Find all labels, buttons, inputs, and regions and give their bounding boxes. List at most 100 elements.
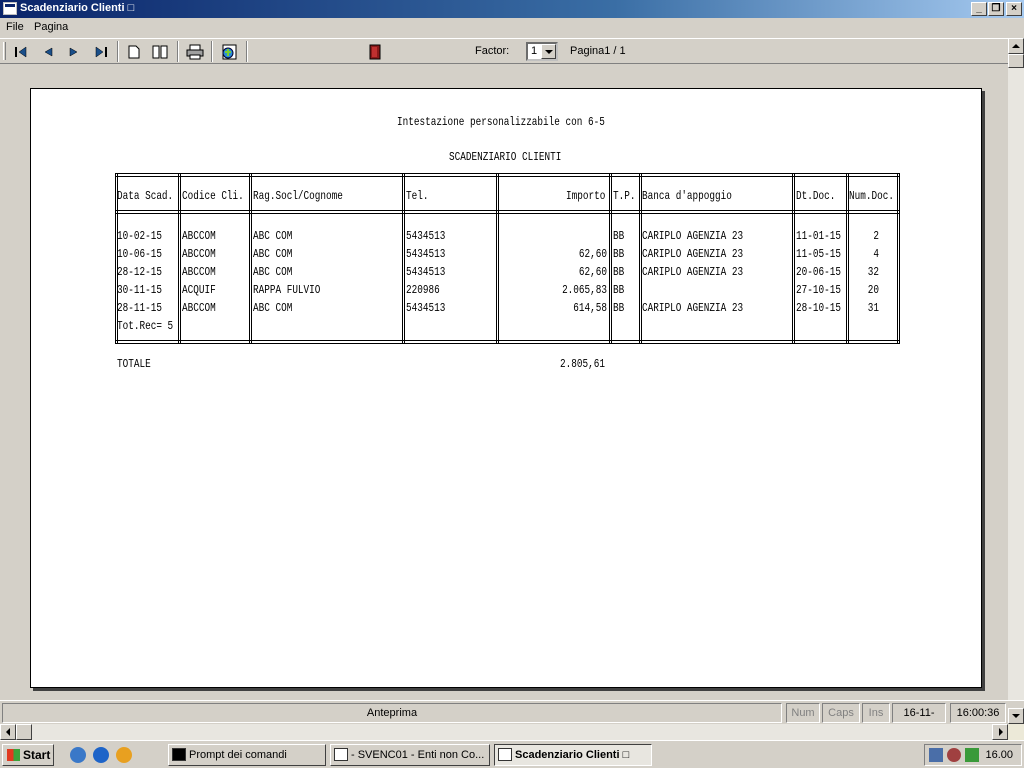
internet-explorer-icon[interactable] [93, 747, 109, 763]
windows-logo-icon [7, 749, 20, 761]
horizontal-scrollbar[interactable] [0, 724, 1008, 740]
toolbar-separator [246, 41, 248, 62]
table-cell: ABCCOM [182, 229, 216, 243]
status-date: 16-11-2015 [892, 703, 946, 737]
scroll-up-icon[interactable] [1008, 38, 1024, 54]
status-bar: Anteprima Num Caps Ins 16-11-2015 16:00:… [0, 700, 1024, 737]
factor-select[interactable]: 1 [526, 42, 558, 61]
table-cell: 28-12-15 [117, 265, 162, 279]
media-player-icon[interactable] [116, 747, 132, 763]
table-cell: 32 [867, 265, 879, 279]
scroll-left-icon[interactable] [0, 724, 16, 740]
task-scadenziario[interactable]: Scadenziario Clienti □ [494, 744, 652, 766]
scroll-thumb[interactable] [1008, 54, 1024, 68]
factor-label: Factor: [475, 45, 510, 57]
task-prompt[interactable]: Prompt dei comandi [168, 744, 326, 766]
toolbar: Factor: 1 Pagina1 / 1 [0, 38, 1008, 64]
cmd-icon [172, 748, 186, 761]
next-page-icon[interactable] [64, 42, 84, 61]
report-heading: Intestazione personalizzabile con 6-5 [397, 115, 605, 129]
export-icon[interactable] [219, 42, 239, 61]
task-label: Prompt dei comandi [189, 749, 287, 761]
table-divider [897, 173, 900, 344]
status-time: 16:00:36 [950, 703, 1006, 723]
menu-file[interactable]: File [6, 21, 24, 33]
window-icon [334, 748, 348, 761]
table-cell: RAPPA FULVIO [253, 283, 321, 297]
table-header-border [115, 210, 900, 214]
scroll-down-icon-lower[interactable] [1008, 708, 1024, 724]
scroll-thumb[interactable] [16, 724, 32, 740]
task-svenc01[interactable]: - SVENC01 - Enti non Co... [330, 744, 490, 766]
table-cell: CARIPLO AGENZIA 23 [642, 247, 744, 261]
table-cell: 62,60 [578, 247, 607, 261]
scroll-right-icon[interactable] [992, 724, 1008, 740]
volume-icon[interactable] [947, 748, 961, 762]
column-header: Dt.Doc. [796, 189, 836, 203]
network-icon[interactable] [929, 748, 943, 762]
table-cell: 30-11-15 [117, 283, 162, 297]
clock: 16.00 [985, 749, 1013, 761]
table-cell: BB [613, 247, 625, 261]
table-cell: ABC COM [253, 301, 293, 315]
table-cell: ABCCOM [182, 265, 216, 279]
table-cell: CARIPLO AGENZIA 23 [642, 229, 744, 243]
table-cell: 5434513 [406, 265, 446, 279]
app-icon[interactable] [3, 2, 17, 15]
exit-door-icon[interactable] [365, 42, 385, 61]
report-title: SCADENZIARIO CLIENTI [449, 150, 562, 164]
toolbar-separator [177, 41, 179, 62]
table-cell: ABCCOM [182, 301, 216, 315]
menu-pagina[interactable]: Pagina [34, 21, 68, 33]
table-divider [249, 173, 252, 344]
column-header: Codice Cli. [182, 189, 244, 203]
table-cell: BB [613, 265, 625, 279]
table-cell: 2.065,83 [562, 283, 607, 297]
table-cell: 5434513 [406, 301, 446, 315]
table-cell: 220986 [406, 283, 440, 297]
system-tray: 16.00 [924, 744, 1022, 766]
table-divider [402, 173, 405, 344]
vertical-scrollbar[interactable] [1008, 38, 1024, 724]
single-page-icon[interactable] [124, 42, 144, 61]
first-page-icon[interactable] [11, 42, 31, 61]
start-label: Start [23, 748, 51, 762]
table-divider [609, 173, 612, 344]
task-label: Scadenziario Clienti □ [515, 749, 630, 761]
last-page-icon[interactable] [91, 42, 111, 61]
restore-button[interactable]: ❐ [988, 2, 1004, 16]
start-button[interactable]: Start [2, 744, 54, 766]
column-header: Importo [566, 189, 606, 203]
security-icon[interactable] [965, 748, 979, 762]
status-ins: Ins [862, 703, 890, 723]
window-icon [498, 748, 512, 761]
minimize-button[interactable]: _ [971, 2, 987, 16]
scroll-down-icon[interactable] [1008, 708, 1024, 724]
title-bar[interactable]: Scadenziario Clienti □ _ ❐ × [0, 0, 1024, 18]
page-indicator: Pagina1 / 1 [570, 45, 626, 57]
print-icon[interactable] [185, 42, 205, 61]
column-header: Banca d'appoggio [642, 189, 732, 203]
table-cell: ABCCOM [182, 247, 216, 261]
status-caps: Caps [822, 703, 860, 723]
table-cell: 5434513 [406, 229, 446, 243]
table-cell: 31 [867, 301, 879, 315]
table-cell: 614,58 [573, 301, 607, 315]
prev-page-icon[interactable] [38, 42, 58, 61]
preview-area[interactable]: Intestazione personalizzabile con 6-5 SC… [0, 64, 1008, 700]
table-bottom-border [115, 340, 900, 344]
desktop-icon[interactable] [70, 747, 86, 763]
toolbar-grip[interactable] [3, 42, 6, 60]
total-label: TOTALE [117, 357, 151, 371]
status-mode: Anteprima [2, 703, 782, 723]
table-cell: 10-06-15 [117, 247, 162, 261]
table-cell: 5434513 [406, 247, 446, 261]
table-cell: ABC COM [253, 229, 293, 243]
two-pages-icon[interactable] [150, 42, 170, 61]
table-cell: ABC COM [253, 247, 293, 261]
column-header: Num.Doc. [849, 189, 894, 203]
close-button[interactable]: × [1006, 2, 1022, 16]
report-page: Intestazione personalizzabile con 6-5 SC… [30, 88, 982, 688]
chevron-down-icon[interactable] [541, 44, 556, 59]
status-num: Num [786, 703, 820, 723]
